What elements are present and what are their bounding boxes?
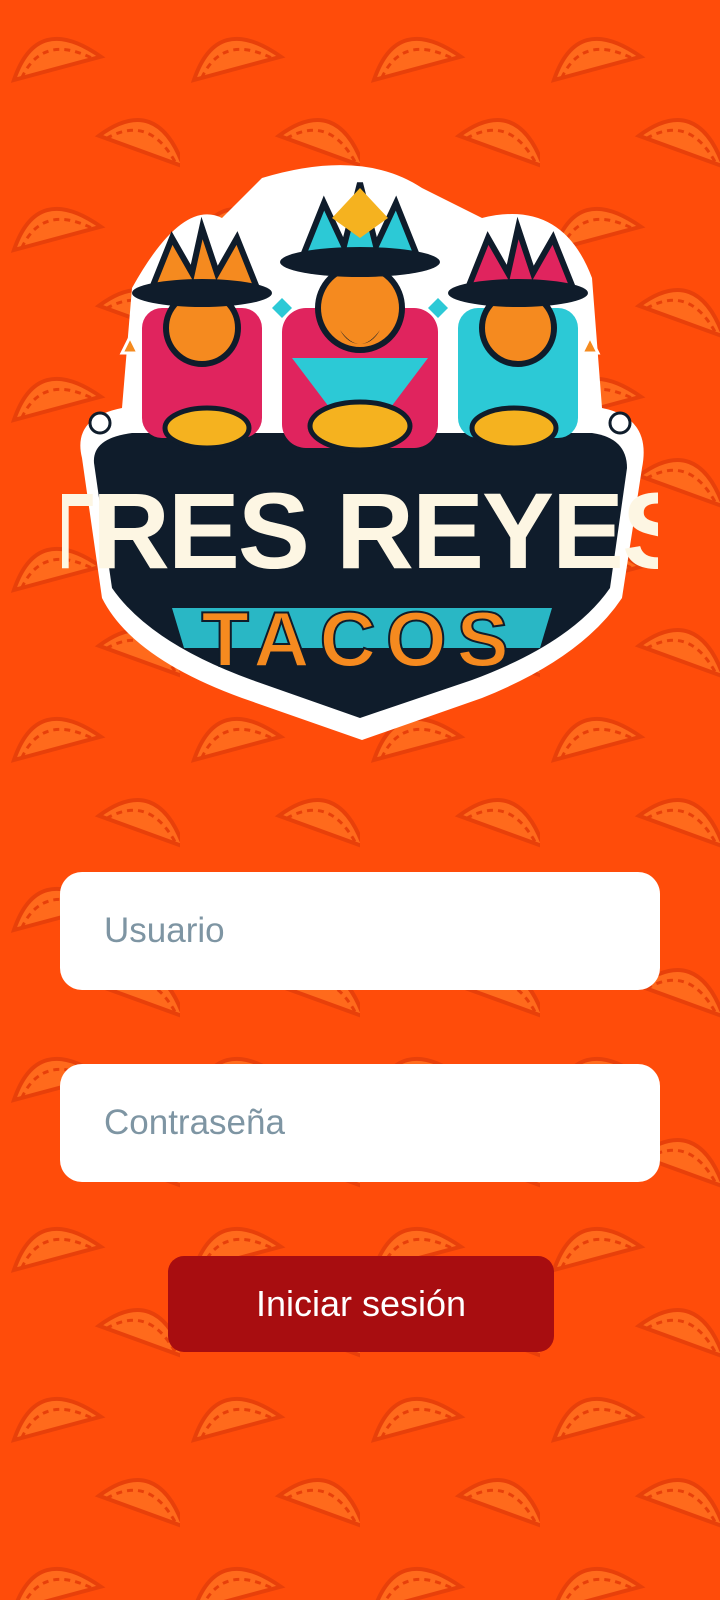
- brand-name-line1: TRES REYES: [62, 470, 658, 591]
- password-input[interactable]: [60, 1064, 660, 1182]
- login-screen: TRES REYES TACOS Iniciar sesión: [0, 0, 720, 1600]
- brand-name-line2: TACOS: [201, 595, 518, 683]
- login-button[interactable]: Iniciar sesión: [168, 1256, 554, 1352]
- username-input[interactable]: [60, 872, 660, 990]
- password-field: [60, 1064, 660, 1182]
- username-field: [60, 872, 660, 990]
- three-kings-logo: TRES REYES TACOS: [62, 165, 658, 741]
